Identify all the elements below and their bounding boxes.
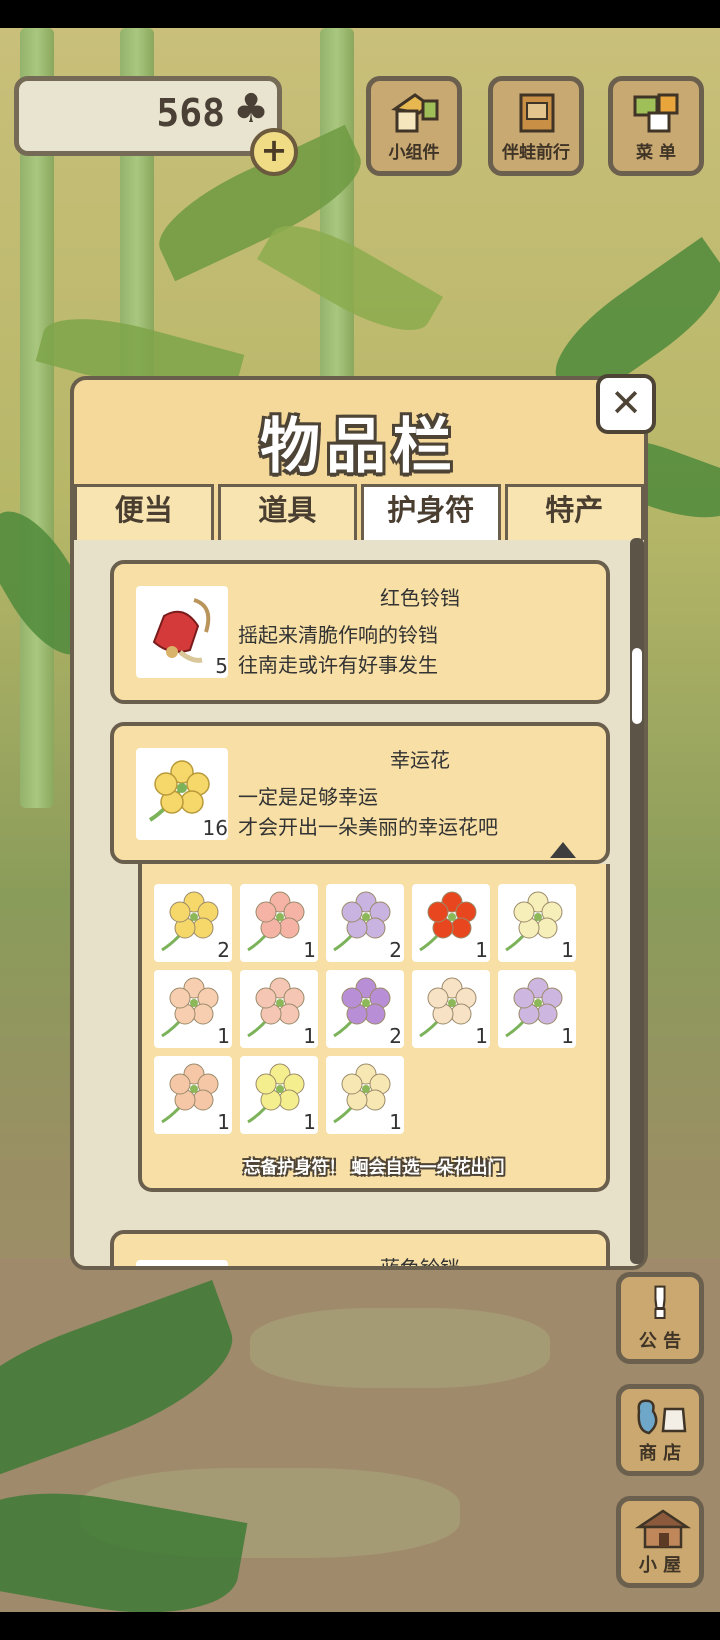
flower-quantity: 1 [561,1024,574,1048]
notice-button[interactable]: ! 公 告 [616,1272,704,1364]
scrollbar[interactable] [630,538,644,1264]
shop-button[interactable]: 商 店 [616,1384,704,1476]
tab-specialties[interactable]: 特产 [504,484,644,540]
item-desc-line: 一定是足够幸运 [238,785,378,809]
shop-label: 商 店 [638,1443,682,1464]
item-description: 一定是足够幸运 才会开出一朵美丽的幸运花吧 [238,782,498,842]
red-bell-icon [152,598,211,663]
item-name: 红色铃铛 [380,586,460,610]
menu-button[interactable]: 菜 单 [608,76,704,176]
flower-quantity: 1 [303,938,316,962]
item-thumbnail: 16 [136,748,228,840]
flower-slot[interactable]: 1 [412,970,490,1048]
house-button[interactable]: 小 屋 [616,1496,704,1588]
notice-label: 公 告 [638,1331,682,1352]
item-thumbnail [136,1260,228,1266]
grid-note: 忘备护身符！ 蛔会自选一朵花出门 [243,1158,505,1178]
item-desc-line: 摇起来清脆作响的铃铛 [238,623,438,647]
close-button[interactable]: ✕ [596,374,656,434]
flower-quantity: 1 [303,1024,316,1048]
house-label: 小 屋 [638,1555,682,1576]
flower-slot[interactable]: 1 [240,970,318,1048]
album-icon [519,93,555,133]
exclamation-icon: ! [650,1281,670,1327]
widget-label: 小组件 [388,143,440,163]
flower-slot[interactable]: 1 [154,1056,232,1134]
item-quantity: 16 [202,816,228,840]
flower-quantity: 1 [475,1024,488,1048]
tab-charms[interactable]: 护身符 [361,484,501,540]
flower-slot[interactable]: 1 [498,970,576,1048]
panel-title: 物品栏 [260,412,458,482]
clover-counter: 568 ♣ [14,76,282,156]
flower-quantity: 1 [303,1110,316,1134]
item-desc-line: 往南走或许有好事发生 [238,653,438,677]
item-quantity: 5 [215,654,228,678]
clover-count: 568 [156,91,225,135]
menu-icon [633,93,679,133]
frog-album-label: 伴蛙前行 [502,143,570,163]
flower-quantity: 1 [217,1024,230,1048]
flower-slot[interactable]: 2 [326,884,404,962]
flower-quantity: 1 [217,1110,230,1134]
flower-slot[interactable]: 1 [498,884,576,962]
flower-slot[interactable]: 2 [326,970,404,1048]
house-icon [634,1509,692,1549]
scroll-thumb[interactable] [632,648,642,724]
collapse-arrow-icon[interactable] [550,842,576,858]
flower-slot[interactable]: 1 [412,884,490,962]
tab-bento[interactable]: 便当 [74,484,214,540]
add-clover-button[interactable]: + [250,128,298,176]
flower-grid: 2 1 2 1 1 1 1 2 1 1 1 1 1 忘备护身符！ 蛔会自选一朵花出门 [138,864,610,1192]
item-desc-line: 才会开出一朵美丽的幸运花吧 [238,815,498,839]
flower-quantity: 2 [217,938,230,962]
clover-icon: ♣ [233,86,269,132]
tab-tools[interactable]: 道具 [217,484,357,540]
flower-slot[interactable]: 1 [240,1056,318,1134]
grass-patch [250,1308,550,1388]
flower-slot[interactable]: 1 [326,1056,404,1134]
flower-slot[interactable]: 1 [154,970,232,1048]
menu-label: 菜 单 [636,143,676,163]
flower-quantity: 1 [561,938,574,962]
widget-icon [391,93,439,133]
bamboo-stalk [320,28,354,388]
frog-album-button[interactable]: 伴蛙前行 [488,76,584,176]
item-thumbnail: 5 [136,586,228,678]
shop-bag-icon [637,1399,687,1435]
item-card-red-bell[interactable]: 5 红色铃铛 摇起来清脆作响的铃铛 往南走或许有好事发生 [110,560,610,704]
item-name: 蓝色铃铛 [380,1256,460,1270]
item-card-blue-bell[interactable]: 蓝色铃铛 [110,1230,610,1270]
inventory-panel: 物品栏 便当 道具 护身符 特产 5 红色铃铛 摇起来清脆作响的铃铛 往南走或许… [70,376,648,1270]
item-description: 摇起来清脆作响的铃铛 往南走或许有好事发生 [238,620,438,680]
flower-slot[interactable]: 1 [240,884,318,962]
widget-button[interactable]: 小组件 [366,76,462,176]
flower-quantity: 1 [475,938,488,962]
flower-quantity: 1 [389,1110,402,1134]
flower-quantity: 2 [389,1024,402,1048]
flower-slot[interactable]: 2 [154,884,232,962]
tab-bar: 便当 道具 护身符 特产 [74,484,644,540]
item-card-lucky-flower[interactable]: 16 幸运花 一定是足够幸运 才会开出一朵美丽的幸运花吧 [110,722,610,864]
item-name: 幸运花 [390,748,450,772]
flower-quantity: 2 [389,938,402,962]
